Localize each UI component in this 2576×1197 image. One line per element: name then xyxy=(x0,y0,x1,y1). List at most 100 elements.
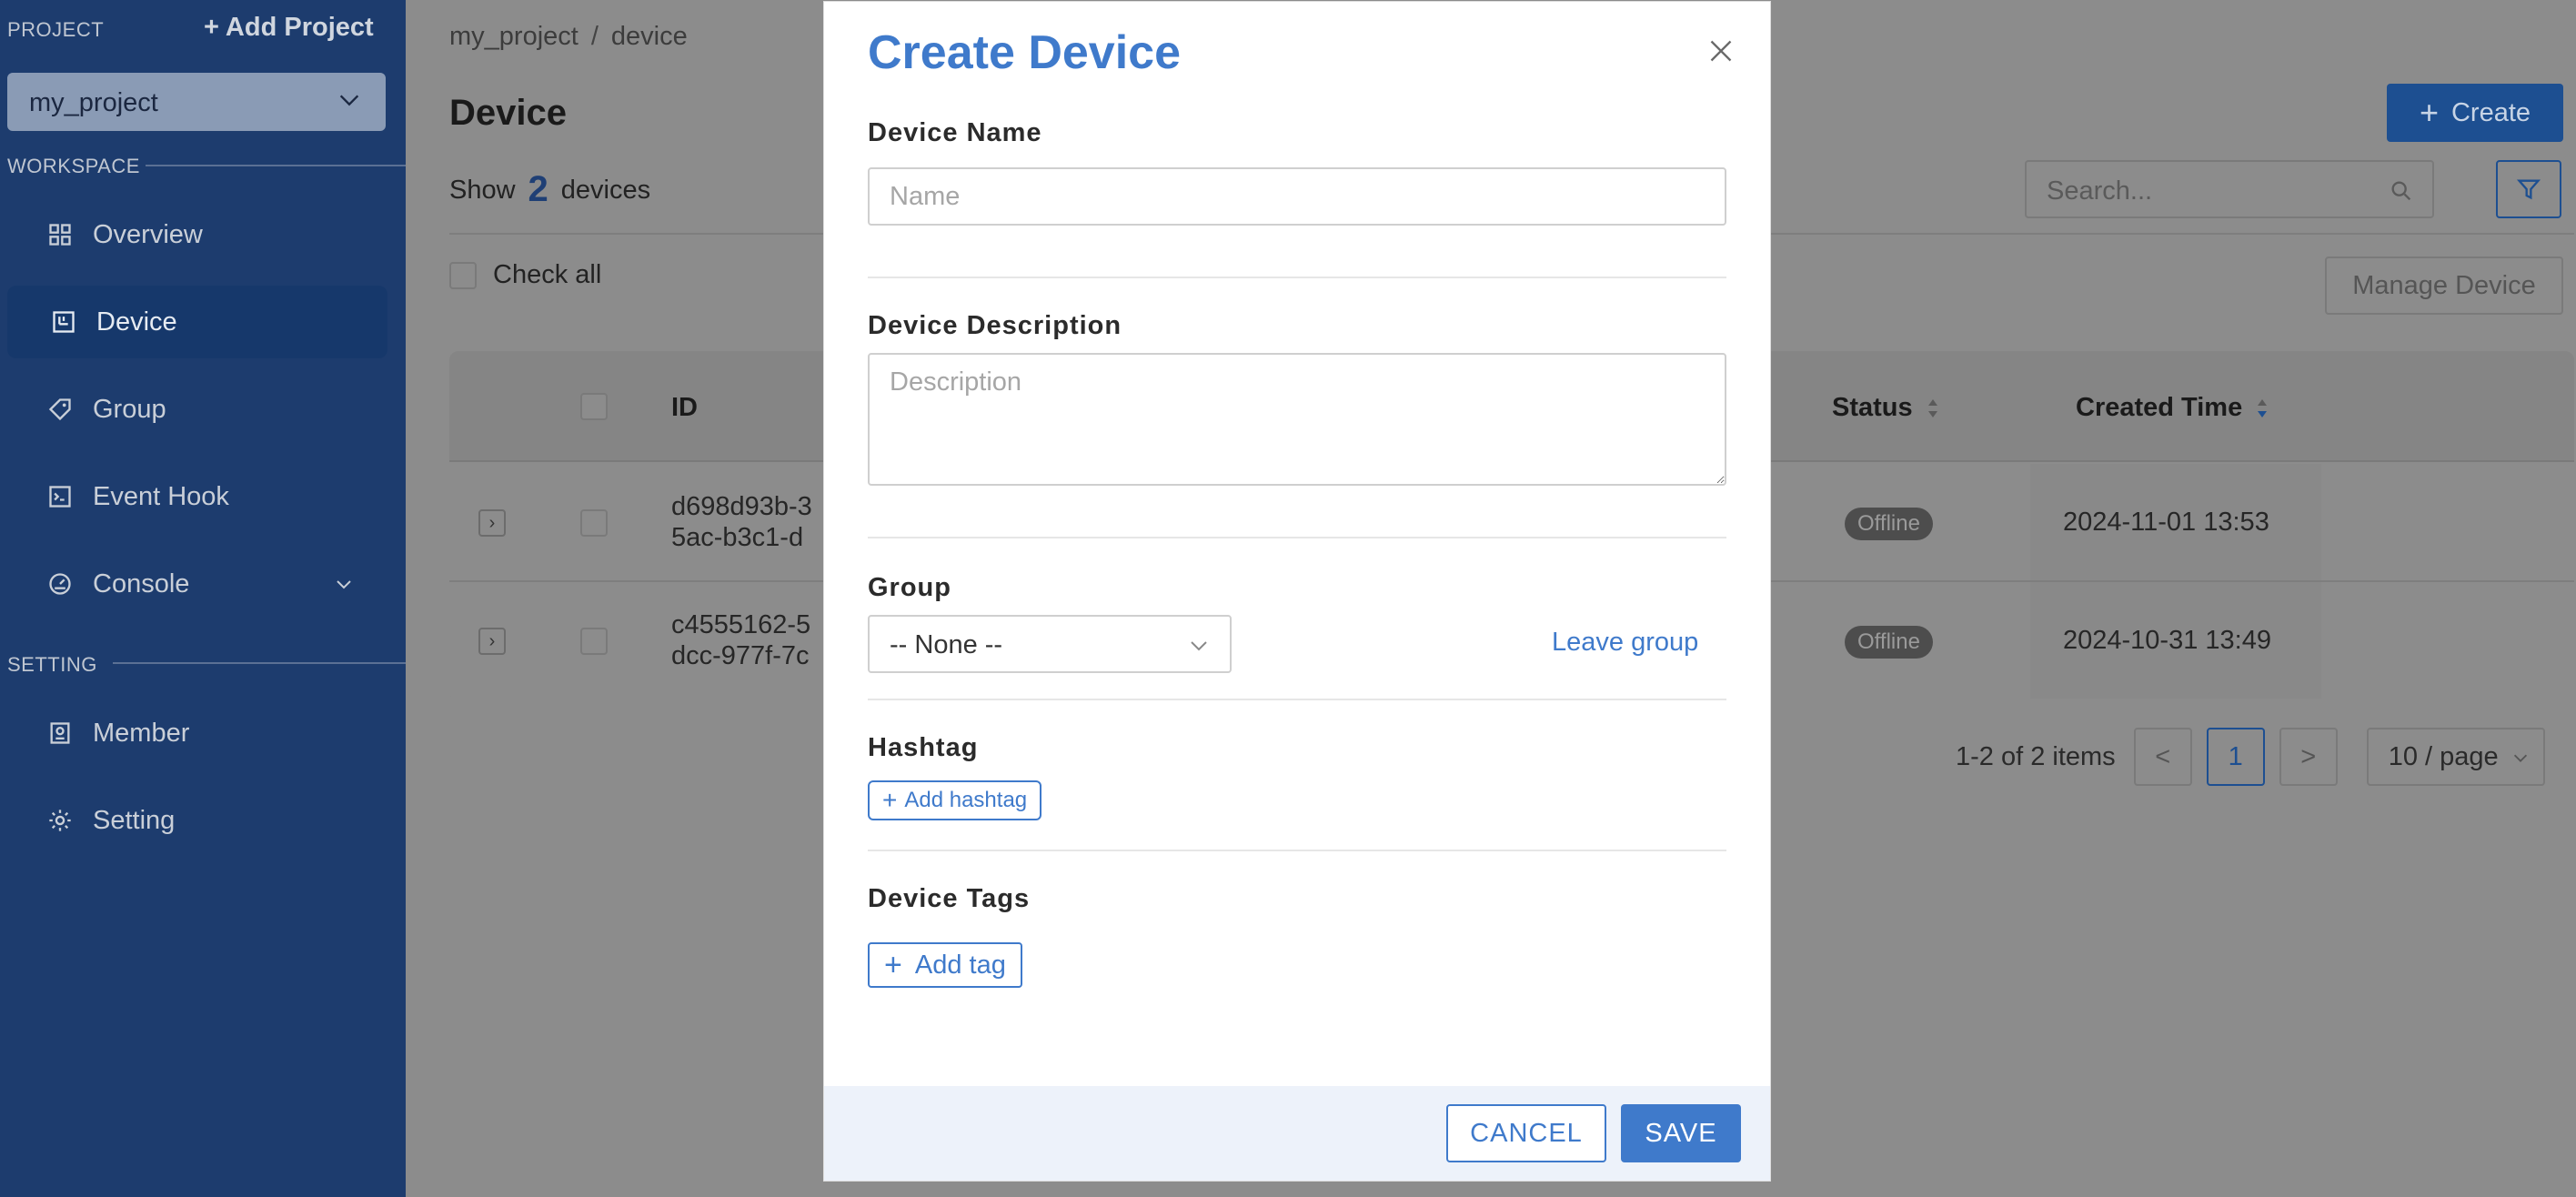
status-badge: Offline xyxy=(1845,626,1933,659)
show-suffix: devices xyxy=(560,176,651,205)
device-name-input[interactable] xyxy=(868,167,1726,226)
check-all-checkbox[interactable] xyxy=(449,261,477,289)
sort-icon xyxy=(1927,399,1937,418)
show-prefix: Show xyxy=(449,176,516,205)
device-icon xyxy=(53,311,75,333)
create-button-label: Create xyxy=(2450,97,2531,127)
gauge-icon xyxy=(49,573,71,595)
pagination: 1-2 of 2 items < 1 > 10 / page xyxy=(1956,728,2545,786)
project-select[interactable]: my_project xyxy=(7,73,386,131)
sidebar-item-label: Overview xyxy=(93,219,203,249)
add-project-link[interactable]: + Add Project xyxy=(204,13,374,43)
breadcrumb-separator: / xyxy=(590,22,599,51)
modal-footer: CANCEL SAVE xyxy=(824,1086,1770,1181)
sidebar-item-label: Member xyxy=(93,718,190,748)
check-all[interactable]: Check all xyxy=(449,260,601,290)
group-label: Group xyxy=(868,573,951,602)
filter-icon xyxy=(2516,179,2541,200)
pagination-summary: 1-2 of 2 items xyxy=(1956,741,2116,771)
search-icon xyxy=(2391,181,2411,201)
leave-group-link[interactable]: Leave group xyxy=(1552,628,1698,658)
sidebar-item-label: Console xyxy=(93,568,190,598)
column-header-status-label: Status xyxy=(1832,393,1913,422)
column-header-status[interactable]: Status xyxy=(1832,393,1940,423)
page-size-select[interactable]: 10 / page xyxy=(2366,728,2545,786)
header-checkbox[interactable] xyxy=(580,393,608,420)
breadcrumb-project[interactable]: my_project xyxy=(449,22,579,51)
device-count: 2 xyxy=(528,169,548,209)
create-button[interactable]: + Create xyxy=(2387,84,2563,142)
device-name-label: Device Name xyxy=(868,118,1042,147)
sidebar-item-group[interactable]: Group xyxy=(7,373,387,446)
add-tag-button[interactable]: + Add tag xyxy=(868,942,1022,988)
terminal-icon xyxy=(49,486,71,508)
row-checkbox[interactable] xyxy=(580,628,608,655)
device-description-input[interactable] xyxy=(868,353,1726,486)
row-id-line: dcc-977f-7c xyxy=(671,641,810,670)
device-tags-label: Device Tags xyxy=(868,884,1031,913)
chevron-down-icon xyxy=(2513,754,2527,762)
workspace-section-label: WORKSPACE xyxy=(7,155,140,177)
sidebar: PROJECT + Add Project my_project WORKSPA… xyxy=(0,0,406,1197)
plus-icon: + xyxy=(882,786,898,814)
sidebar-item-label: Setting xyxy=(93,805,176,835)
gear-icon xyxy=(49,810,71,831)
create-device-modal: Create Device Device Name Device Descrip… xyxy=(824,2,1770,1181)
modal-divider xyxy=(868,277,1726,278)
status-badge: Offline xyxy=(1845,508,1933,540)
column-header-created-time[interactable]: Created Time xyxy=(2076,393,2269,423)
add-tag-label: Add tag xyxy=(914,950,1006,980)
chevron-down-icon xyxy=(339,95,359,106)
project-label: PROJECT xyxy=(7,18,105,41)
row-id-line: c4555162-5 xyxy=(671,610,811,639)
search-input[interactable]: Search... xyxy=(2025,160,2434,218)
modal-divider xyxy=(868,699,1726,700)
modal-divider xyxy=(868,537,1726,538)
group-select[interactable]: -- None -- xyxy=(868,615,1232,673)
close-icon[interactable] xyxy=(1708,38,1734,64)
plus-icon: + xyxy=(884,947,902,982)
row-checkbox[interactable] xyxy=(580,509,608,537)
chevron-down-icon xyxy=(1191,641,1207,651)
add-hashtag-button[interactable]: + Add hashtag xyxy=(868,780,1042,820)
tag-icon xyxy=(48,398,71,421)
created-time: 2024-11-01 13:53 xyxy=(2063,508,2269,537)
workspace-divider xyxy=(146,165,406,166)
sort-icon xyxy=(2258,399,2268,418)
save-button[interactable]: SAVE xyxy=(1621,1104,1741,1162)
page-size-value: 10 / page xyxy=(2388,741,2499,771)
sidebar-item-event-hook[interactable]: Event Hook xyxy=(7,460,387,533)
expand-row-button[interactable]: › xyxy=(478,509,506,537)
sidebar-item-device[interactable]: Device xyxy=(7,286,387,358)
check-all-label: Check all xyxy=(493,260,602,289)
sidebar-item-console[interactable]: Console xyxy=(7,548,387,620)
setting-divider xyxy=(113,662,406,664)
add-hashtag-label: Add hashtag xyxy=(904,788,1028,812)
cancel-button[interactable]: CANCEL xyxy=(1446,1104,1606,1162)
sidebar-item-label: Event Hook xyxy=(93,481,229,511)
hashtag-label: Hashtag xyxy=(868,733,979,762)
setting-section-label: SETTING xyxy=(7,653,97,676)
column-header-created-label: Created Time xyxy=(2076,393,2243,422)
row-id-line: 5ac-b3c1-d xyxy=(671,523,804,552)
project-select-value: my_project xyxy=(29,88,158,117)
group-select-value: -- None -- xyxy=(890,630,1003,659)
chevron-down-icon xyxy=(337,580,351,589)
grid-icon xyxy=(49,224,71,246)
sidebar-item-overview[interactable]: Overview xyxy=(7,198,387,271)
manage-device-button[interactable]: Manage Device xyxy=(2325,256,2563,315)
device-count-line: Show 2 devices xyxy=(449,169,650,210)
next-page-button[interactable]: > xyxy=(2279,728,2338,786)
sidebar-item-label: Device xyxy=(96,307,177,337)
expand-row-button[interactable]: › xyxy=(478,628,506,655)
row-id-line: d698d93b-3 xyxy=(671,492,812,521)
row-id: c4555162-5 dcc-977f-7c xyxy=(671,609,810,671)
sidebar-item-setting[interactable]: Setting xyxy=(7,784,387,857)
member-icon xyxy=(50,722,70,744)
row-id: d698d93b-3 5ac-b3c1-d xyxy=(671,491,812,553)
filter-button[interactable] xyxy=(2496,160,2561,218)
sidebar-item-member[interactable]: Member xyxy=(7,697,387,770)
device-description-label: Device Description xyxy=(868,311,1122,340)
prev-page-button[interactable]: < xyxy=(2133,728,2192,786)
page-1-button[interactable]: 1 xyxy=(2206,728,2265,786)
